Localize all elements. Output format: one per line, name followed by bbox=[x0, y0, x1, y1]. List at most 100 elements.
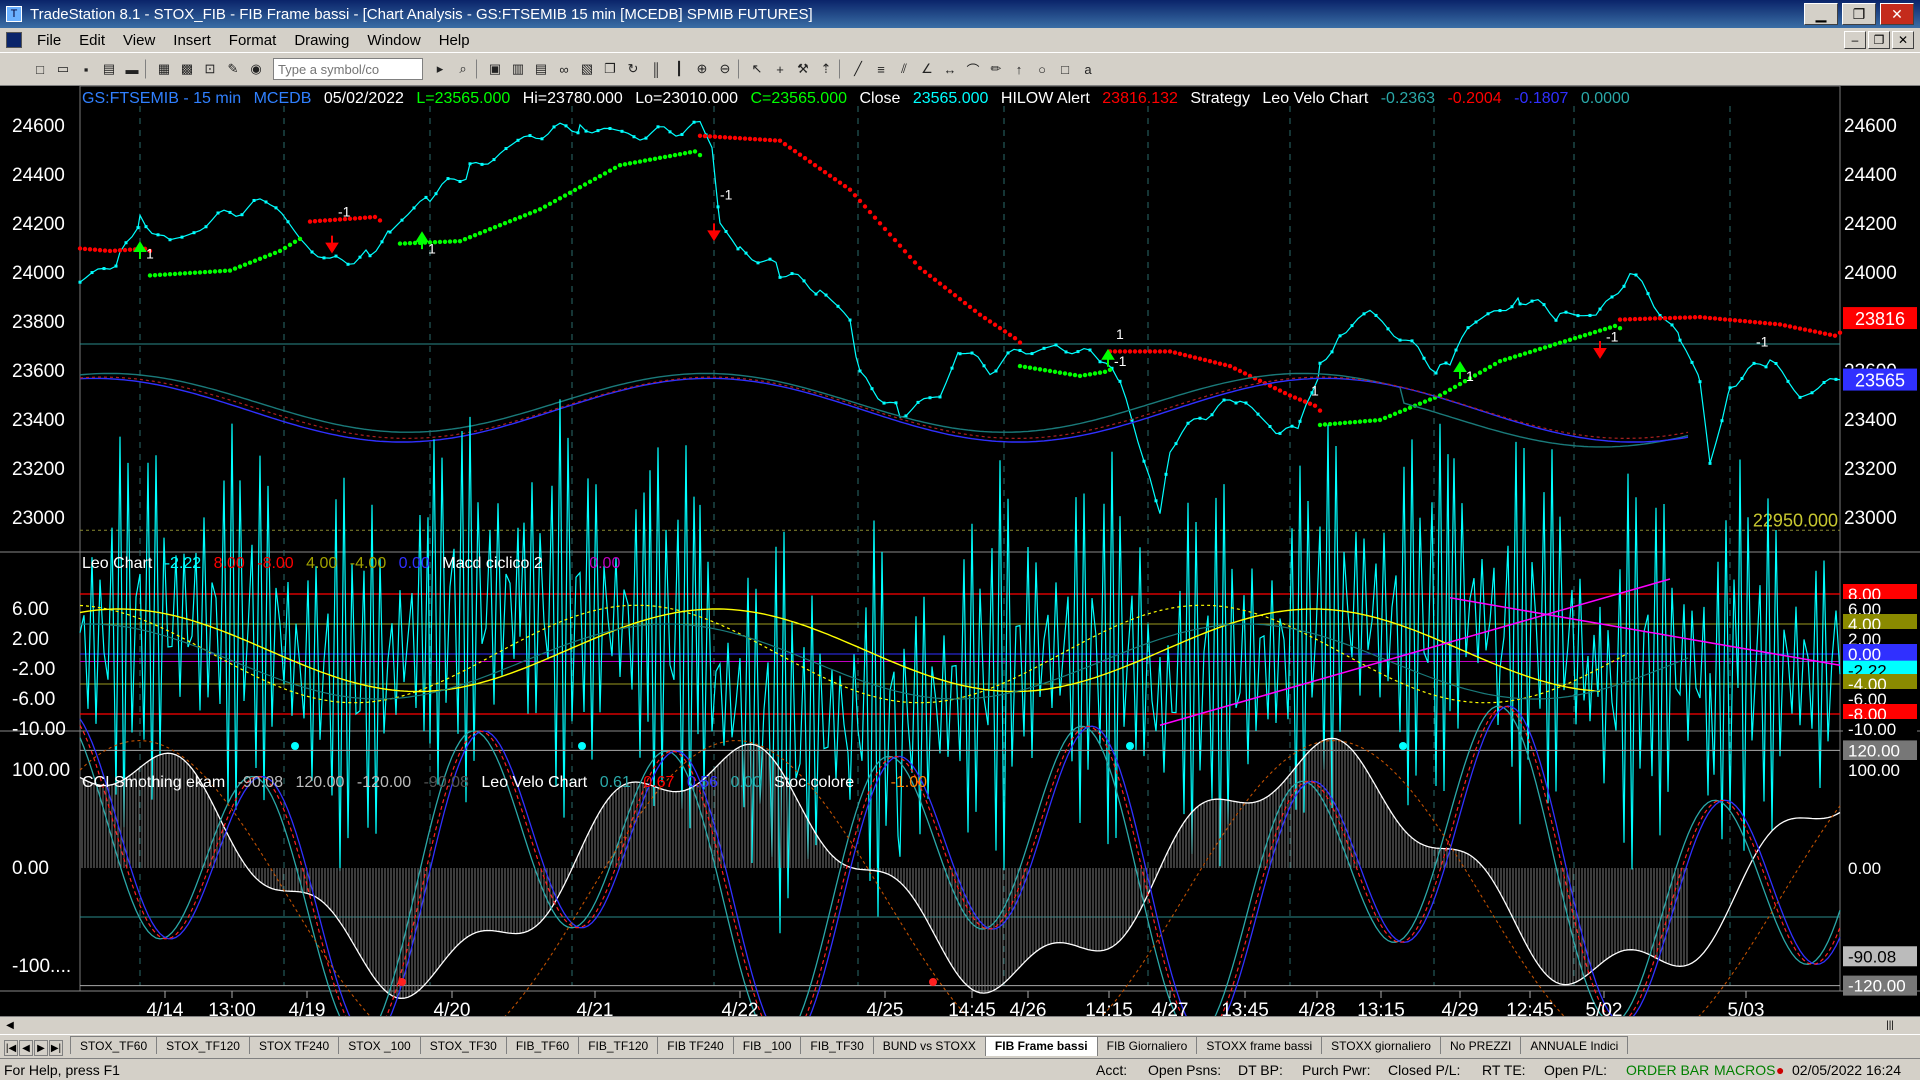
price-point bbox=[1822, 381, 1826, 385]
globe-icon[interactable]: ◉ bbox=[246, 59, 266, 79]
menu-window[interactable]: Window bbox=[358, 30, 429, 51]
tab-7[interactable]: FIB TF240 bbox=[657, 1036, 734, 1054]
fib-icon[interactable]: ≡ bbox=[871, 59, 891, 79]
trendline-icon[interactable]: ╱ bbox=[848, 59, 868, 79]
gann-icon[interactable]: ∠ bbox=[917, 59, 937, 79]
tab-first-icon[interactable]: |◀ bbox=[4, 1040, 18, 1056]
tab-13[interactable]: STOXX frame bassi bbox=[1196, 1036, 1323, 1054]
tab-6[interactable]: FIB_TF120 bbox=[578, 1036, 659, 1054]
maximize-button[interactable]: ❐ bbox=[1842, 3, 1876, 25]
price-tick-right: 23400 bbox=[1844, 410, 1897, 431]
list-icon[interactable]: ▤ bbox=[531, 59, 551, 79]
menu-view[interactable]: View bbox=[114, 30, 164, 51]
minimize-button[interactable]: ▁ bbox=[1804, 3, 1838, 25]
window-icon[interactable]: ▣ bbox=[485, 59, 505, 79]
tab-8[interactable]: FIB _100 bbox=[732, 1036, 802, 1054]
open-pl-label: Open P/L: bbox=[1544, 1061, 1608, 1078]
tab-12[interactable]: FIB Giornaliero bbox=[1096, 1036, 1198, 1054]
hilow-dot bbox=[1742, 319, 1748, 324]
menu-help[interactable]: Help bbox=[430, 30, 479, 51]
new-icon[interactable]: □ bbox=[30, 59, 50, 79]
pointer-icon[interactable]: ↖ bbox=[747, 59, 767, 79]
hilow-dot bbox=[192, 270, 198, 275]
tab-next-icon[interactable]: ▶ bbox=[34, 1040, 48, 1056]
tab-15[interactable]: No PREZZI bbox=[1439, 1036, 1522, 1054]
layout-icon[interactable]: ▧ bbox=[577, 59, 597, 79]
find-icon[interactable]: ⌕ bbox=[453, 59, 473, 79]
grid-icon[interactable]: ▩ bbox=[177, 59, 197, 79]
tab-14[interactable]: STOXX giornaliero bbox=[1321, 1036, 1441, 1054]
crosshair-icon[interactable]: + bbox=[770, 59, 790, 79]
tab-last-icon[interactable]: ▶| bbox=[49, 1040, 63, 1056]
mdi-minimize-button[interactable]: – bbox=[1844, 31, 1866, 49]
hilow-dot bbox=[1637, 316, 1643, 322]
tab-4[interactable]: STOX_TF30 bbox=[419, 1036, 507, 1054]
tab-11[interactable]: FIB Frame bassi bbox=[984, 1036, 1098, 1056]
menu-format[interactable]: Format bbox=[220, 30, 286, 51]
chart-icon[interactable]: ▦ bbox=[154, 59, 174, 79]
refresh-icon[interactable]: ↻ bbox=[623, 59, 643, 79]
tab-3[interactable]: STOX _100 bbox=[338, 1036, 421, 1054]
tab-1[interactable]: STOX_TF120 bbox=[156, 1036, 250, 1054]
scroll-thumb-icon[interactable]: ||| bbox=[1882, 1018, 1898, 1033]
leo-velo-title: Leo Velo Chart bbox=[1262, 90, 1369, 107]
save-icon[interactable]: ▪ bbox=[76, 59, 96, 79]
menu-file[interactable]: File bbox=[28, 30, 70, 51]
print-icon[interactable]: ▤ bbox=[99, 59, 119, 79]
folder-icon[interactable]: ▬ bbox=[122, 59, 142, 79]
arrow-up-icon[interactable]: ⇡ bbox=[816, 59, 836, 79]
price-point bbox=[938, 395, 942, 399]
tile-icon[interactable]: ▥ bbox=[508, 59, 528, 79]
tab-prev-icon[interactable]: ◀ bbox=[19, 1040, 33, 1056]
circle-icon[interactable]: ○ bbox=[1032, 59, 1052, 79]
menu-drawing[interactable]: Drawing bbox=[285, 30, 358, 51]
arc-icon[interactable]: ⌒ bbox=[963, 59, 983, 79]
hammer-icon[interactable]: ⚒ bbox=[793, 59, 813, 79]
order-bar-button[interactable]: ORDER BAR bbox=[1626, 1062, 1709, 1078]
hilow-dot bbox=[887, 232, 893, 237]
tab-10[interactable]: BUND vs STOXX bbox=[872, 1036, 986, 1054]
bars-icon[interactable]: ║ bbox=[646, 59, 666, 79]
app-icon: T bbox=[6, 6, 22, 22]
symbol-input[interactable] bbox=[273, 58, 423, 80]
pane3-tag-text: -90.08 bbox=[1848, 947, 1896, 966]
rectangle-icon[interactable]: □ bbox=[1055, 59, 1075, 79]
lock-icon[interactable]: ⊡ bbox=[200, 59, 220, 79]
price-point bbox=[168, 238, 172, 242]
tools-icon[interactable]: ✎ bbox=[223, 59, 243, 79]
mdi-close-button[interactable]: ✕ bbox=[1892, 31, 1914, 49]
tab-0[interactable]: STOX_TF60 bbox=[70, 1036, 158, 1054]
tab-16[interactable]: ANNUALE Indici bbox=[1520, 1036, 1629, 1054]
mdi-restore-button[interactable]: ❐ bbox=[1868, 31, 1890, 49]
chart-window[interactable]: 24600 24600 24400 24400 24200 24200 24000 24000… bbox=[0, 86, 1920, 1034]
hilow-dot bbox=[767, 137, 773, 143]
close-button[interactable]: ✕ bbox=[1880, 3, 1914, 25]
link-icon[interactable]: ∞ bbox=[554, 59, 574, 79]
zoom-out-icon[interactable]: ⊖ bbox=[715, 59, 735, 79]
channel-icon[interactable]: ⫽ bbox=[894, 59, 914, 79]
horizontal-scrollbar[interactable]: ◀ ||| bbox=[0, 1016, 1920, 1034]
price-point bbox=[1834, 377, 1838, 381]
menu-insert[interactable]: Insert bbox=[164, 30, 220, 51]
price-point bbox=[1798, 395, 1802, 399]
hilow-dot bbox=[592, 176, 598, 182]
tab-2[interactable]: STOX TF240 bbox=[248, 1036, 340, 1054]
go-icon[interactable]: ▸ bbox=[430, 59, 450, 79]
leo-value-1: -0.2363 bbox=[1380, 90, 1435, 107]
candle-icon[interactable]: ┃ bbox=[669, 59, 689, 79]
tab-5[interactable]: FIB_TF60 bbox=[505, 1036, 580, 1054]
tab-9[interactable]: FIB_TF30 bbox=[800, 1036, 874, 1054]
macros-button[interactable]: MACROS bbox=[1714, 1062, 1775, 1078]
text-icon[interactable]: a bbox=[1078, 59, 1098, 79]
cascade-icon[interactable]: ❐ bbox=[600, 59, 620, 79]
pencil-icon[interactable]: ✏ bbox=[986, 59, 1006, 79]
hilow-dot bbox=[677, 151, 683, 157]
hilow-dot bbox=[1027, 365, 1033, 370]
scroll-left-icon[interactable]: ◀ bbox=[2, 1018, 18, 1033]
horizontal-line-icon[interactable]: ↔ bbox=[940, 59, 960, 79]
zoom-in-icon[interactable]: ⊕ bbox=[692, 59, 712, 79]
up-arrow-draw-icon[interactable]: ↑ bbox=[1009, 59, 1029, 79]
menu-edit[interactable]: Edit bbox=[70, 30, 114, 51]
hilow-dot bbox=[1542, 345, 1548, 350]
open-icon[interactable]: ▭ bbox=[53, 59, 73, 79]
